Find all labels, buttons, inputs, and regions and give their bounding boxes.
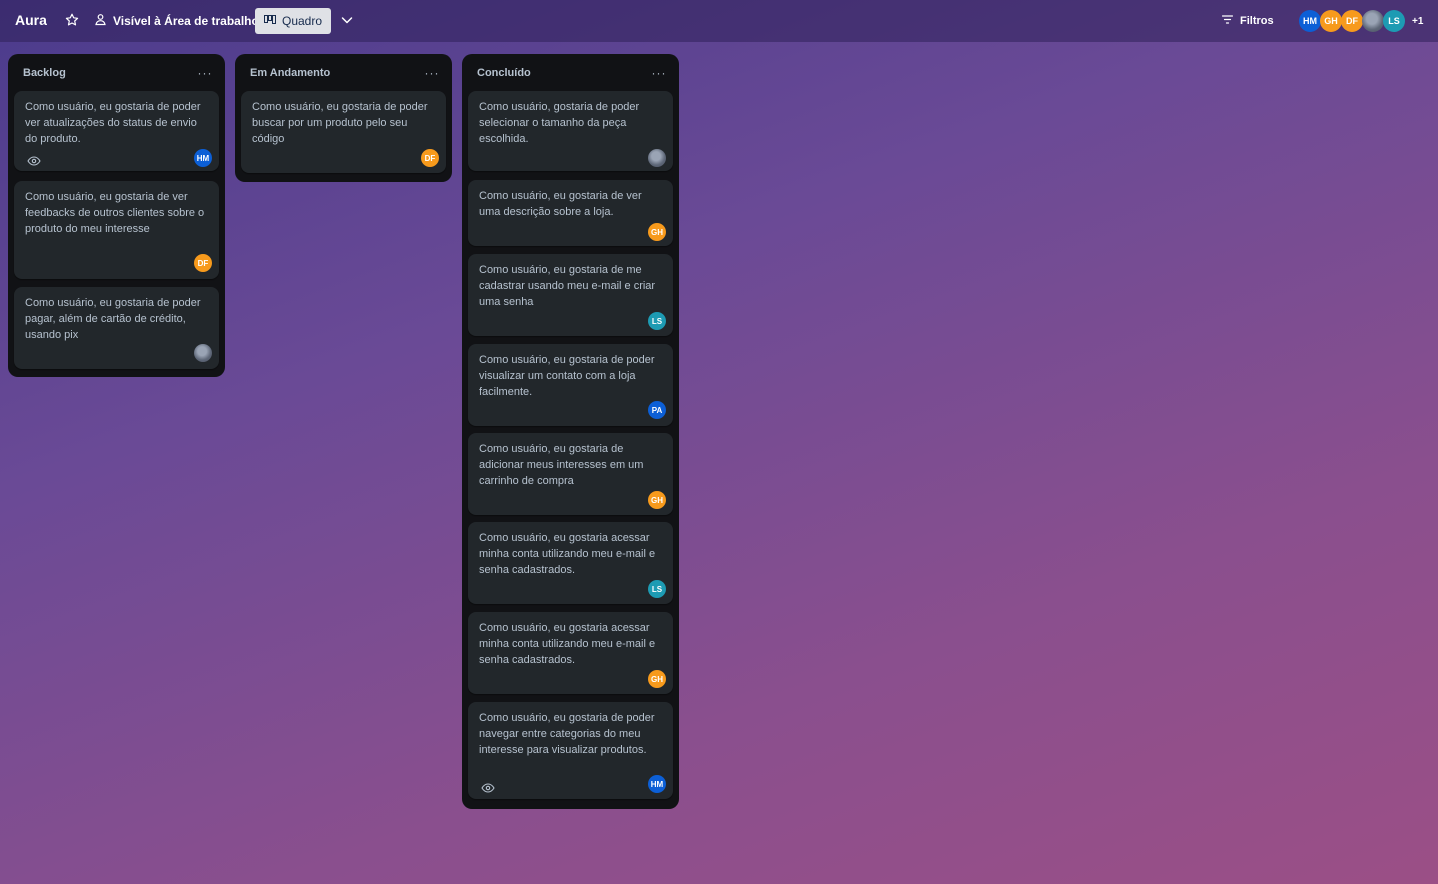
list-title[interactable]: Em Andamento: [250, 67, 330, 79]
avatar-gh[interactable]: GH: [648, 223, 666, 241]
card[interactable]: Como usuário, eu gostaria acessar minha …: [468, 612, 673, 694]
avatar-photo[interactable]: [194, 344, 212, 362]
card-title: Como usuário, eu gostaria acessar minha …: [479, 532, 656, 576]
chevron-down-icon[interactable]: [339, 12, 355, 28]
card[interactable]: Como usuário, gostaria de poder selecion…: [468, 91, 673, 171]
card[interactable]: Como usuário, eu gostaria de ver feedbac…: [14, 181, 219, 279]
avatar-gh[interactable]: GH: [648, 491, 666, 509]
card-title: Como usuário, eu gostaria de poder busca…: [252, 101, 428, 145]
card[interactable]: Como usuário, eu gostaria de poder naveg…: [468, 702, 673, 799]
avatar-df[interactable]: DF: [421, 149, 439, 167]
avatar-photo[interactable]: [1362, 10, 1384, 32]
avatar-photo[interactable]: [648, 149, 666, 167]
card-title: Como usuário, eu gostaria acessar minha …: [479, 622, 656, 666]
filters-label: Filtros: [1240, 15, 1274, 27]
avatar-df[interactable]: DF: [194, 254, 212, 272]
card-title: Como usuário, eu gostaria de poder ver a…: [25, 101, 201, 145]
card[interactable]: Como usuário, eu gostaria de me cadastra…: [468, 254, 673, 336]
list-header: Concluído ···: [462, 55, 679, 91]
card-title: Como usuário, eu gostaria de adicionar m…: [479, 443, 644, 487]
list-menu-icon[interactable]: ···: [197, 65, 213, 81]
card-title: Como usuário, eu gostaria de ver uma des…: [479, 190, 642, 218]
card[interactable]: Como usuário, eu gostaria de adicionar m…: [468, 433, 673, 515]
board-title[interactable]: Aura: [15, 12, 47, 28]
avatar-ls[interactable]: LS: [1383, 10, 1405, 32]
card[interactable]: Como usuário, eu gostaria acessar minha …: [468, 522, 673, 604]
avatar-gh[interactable]: GH: [1320, 10, 1342, 32]
list-title[interactable]: Backlog: [23, 67, 66, 79]
filter-icon: [1221, 15, 1234, 27]
card[interactable]: Como usuário, eu gostaria de ver uma des…: [468, 180, 673, 246]
card-title: Como usuário, eu gostaria de poder naveg…: [479, 712, 655, 756]
card-title: Como usuário, eu gostaria de me cadastra…: [479, 264, 656, 308]
card-title: Como usuário, gostaria de poder selecion…: [479, 101, 640, 145]
card[interactable]: Como usuário, eu gostaria de poder busca…: [241, 91, 446, 173]
eye-icon: [481, 780, 495, 793]
card-title: Como usuário, eu gostaria de poder pagar…: [25, 297, 201, 341]
more-members[interactable]: +1: [1412, 16, 1423, 27]
view-label: Quadro: [281, 14, 323, 28]
list-em-andamento: Em Andamento ··· Como usuário, eu gostar…: [235, 54, 452, 182]
avatar-gh[interactable]: GH: [648, 670, 666, 688]
list-concluido: Concluído ··· Como usuário, gostaria de …: [462, 54, 679, 809]
eye-icon: [27, 153, 41, 166]
avatar-df[interactable]: DF: [1341, 10, 1363, 32]
avatar-hm[interactable]: HM: [1299, 10, 1321, 32]
people-icon: [94, 13, 107, 29]
star-icon[interactable]: [64, 12, 80, 28]
member-avatars: HM GH DF LS +1: [1299, 10, 1423, 32]
list-backlog: Backlog ··· Como usuário, eu gostaria de…: [8, 54, 225, 377]
card-title: Como usuário, eu gostaria de ver feedbac…: [25, 191, 205, 235]
visibility-button[interactable]: Visível à Área de trabalho: [94, 12, 259, 30]
list-header: Em Andamento ···: [235, 55, 452, 91]
avatar-ls[interactable]: LS: [648, 312, 666, 330]
avatar-hm[interactable]: HM: [194, 149, 212, 167]
board-icon: [263, 14, 276, 28]
board-header: Aura Visível à Área de trabalho Quadro F…: [0, 0, 1438, 42]
card-title: Como usuário, eu gostaria de poder visua…: [479, 354, 655, 398]
filters-button[interactable]: Filtros: [1221, 12, 1274, 30]
list-header: Backlog ···: [8, 55, 225, 91]
card[interactable]: Como usuário, eu gostaria de poder pagar…: [14, 287, 219, 369]
visibility-label: Visível à Área de trabalho: [113, 14, 259, 28]
list-menu-icon[interactable]: ···: [651, 65, 667, 81]
avatar-hm[interactable]: HM: [648, 775, 666, 793]
card[interactable]: Como usuário, eu gostaria de poder visua…: [468, 344, 673, 426]
avatar-pa[interactable]: PA: [648, 401, 666, 419]
card[interactable]: Como usuário, eu gostaria de poder ver a…: [14, 91, 219, 171]
board-view-button[interactable]: Quadro: [255, 8, 331, 34]
list-title[interactable]: Concluído: [477, 67, 531, 79]
list-menu-icon[interactable]: ···: [424, 65, 440, 81]
avatar-ls[interactable]: LS: [648, 580, 666, 598]
